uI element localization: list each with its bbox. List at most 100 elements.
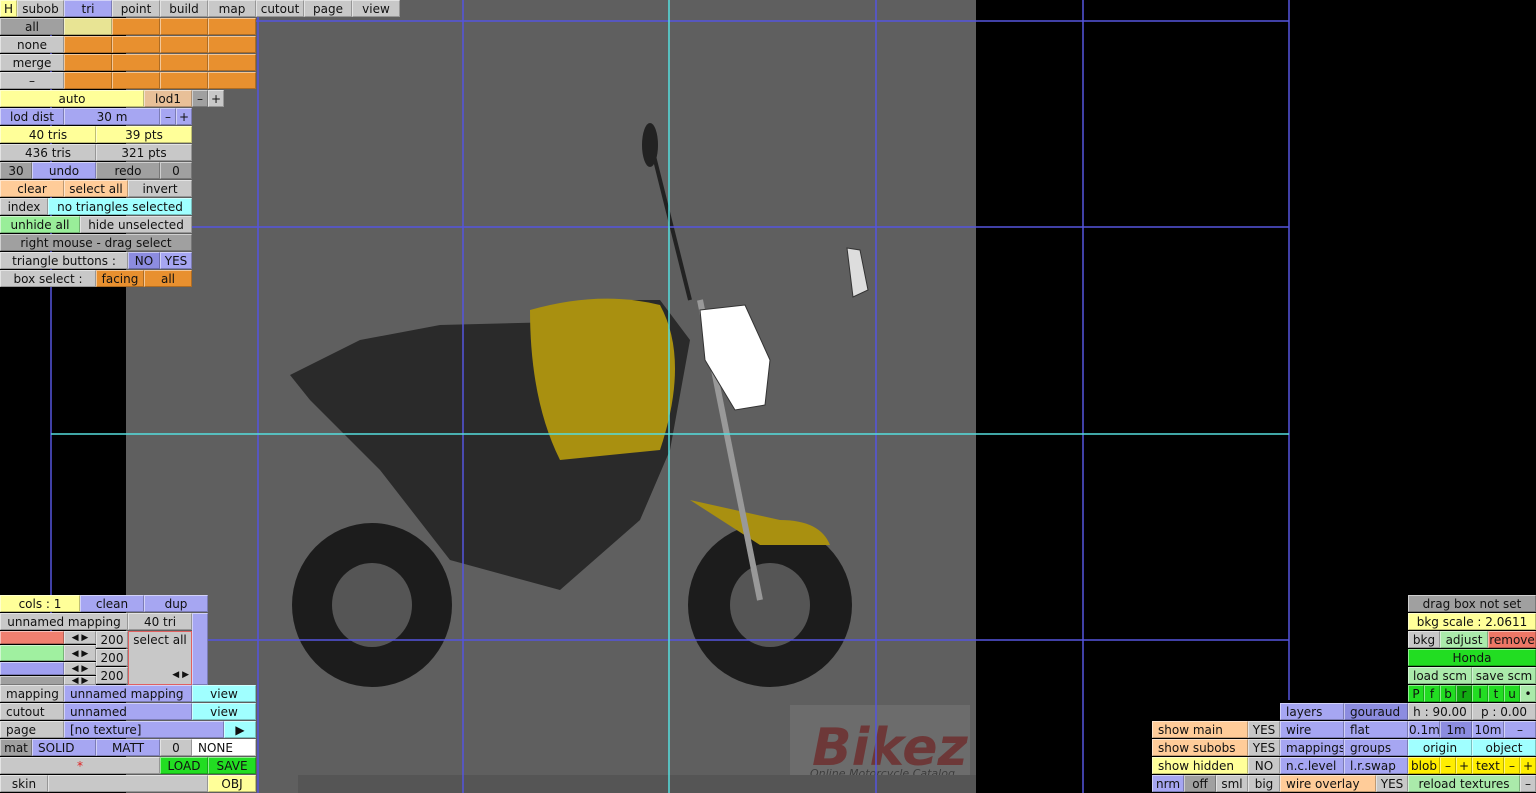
color-slider-1[interactable] — [0, 645, 64, 661]
slider-arrows-icon[interactable]: ◀ ▶ — [64, 676, 96, 685]
view-button-4[interactable]: l — [1472, 685, 1488, 702]
triangle-slot[interactable] — [64, 54, 112, 71]
tab-view[interactable]: view — [352, 0, 400, 17]
show-subobs-toggle[interactable]: YES — [1248, 739, 1280, 756]
merge-button[interactable]: merge — [0, 54, 64, 71]
slider-arrows-icon[interactable]: ◀ ▶ — [64, 631, 96, 644]
triangle-slot[interactable] — [160, 54, 208, 71]
page-select[interactable]: [no texture] — [64, 721, 224, 738]
lod-level-button[interactable]: lod1 — [144, 90, 192, 107]
adjust-button[interactable]: adjust — [1440, 631, 1488, 648]
tab-subob[interactable]: subob — [17, 0, 64, 17]
lod-auto-button[interactable]: auto — [0, 90, 144, 107]
color-slider-0[interactable] — [0, 631, 64, 644]
size-big[interactable]: big — [1248, 775, 1280, 792]
dup-button[interactable]: dup — [144, 595, 208, 612]
mapping-view-button[interactable]: view — [192, 685, 256, 702]
lr-swap-button[interactable]: l.r.swap — [1344, 757, 1408, 774]
object-button[interactable]: object — [1472, 739, 1536, 756]
clean-button[interactable]: clean — [80, 595, 144, 612]
text-plus[interactable]: + — [1520, 757, 1536, 774]
index-button[interactable]: index — [0, 198, 48, 215]
view-button-5[interactable]: t — [1488, 685, 1504, 702]
view-button-0[interactable]: P — [1408, 685, 1424, 702]
triangle-slot[interactable] — [160, 36, 208, 53]
pitch-value[interactable]: p : 0.00 — [1472, 703, 1536, 720]
flat-button[interactable]: flat — [1344, 721, 1408, 738]
view-button-6[interactable]: u — [1504, 685, 1520, 702]
triangle-slot[interactable] — [64, 36, 112, 53]
view-button-7[interactable]: • — [1520, 685, 1536, 702]
mapping-select[interactable]: unnamed mapping — [64, 685, 192, 702]
slider-arrows-icon[interactable]: ◀ ▶ — [64, 662, 96, 675]
tab-page[interactable]: page — [304, 0, 352, 17]
gouraud-button[interactable]: gouraud — [1344, 703, 1408, 720]
right-mouse-mode[interactable]: right mouse - drag select — [0, 234, 192, 251]
tab-build[interactable]: build — [160, 0, 208, 17]
undo-button[interactable]: undo — [32, 162, 96, 179]
hide-unselected-button[interactable]: hide unselected — [80, 216, 192, 233]
origin-button[interactable]: origin — [1408, 739, 1472, 756]
tab-tri[interactable]: tri — [64, 0, 112, 17]
page-next-button[interactable]: ▶ — [224, 721, 256, 738]
skin-field[interactable] — [48, 775, 208, 792]
clear-button[interactable]: clear — [0, 180, 64, 197]
step-10m[interactable]: 10m — [1472, 721, 1504, 738]
groups-button[interactable]: groups — [1344, 739, 1408, 756]
background-name[interactable]: Honda — [1408, 649, 1536, 666]
minus-button[interactable]: – — [0, 72, 64, 89]
reload-textures-button[interactable]: reload textures — [1408, 775, 1520, 792]
triangle-slot[interactable] — [160, 18, 208, 35]
mat-type-button[interactable]: SOLID — [32, 739, 96, 756]
slider-arrows-icon[interactable]: ◀ ▶ — [64, 645, 96, 661]
lod-minus-button[interactable]: – — [192, 90, 208, 107]
triangle-slot[interactable] — [208, 36, 256, 53]
save-scm-button[interactable]: save scm — [1472, 667, 1536, 684]
view-button-3[interactable]: r — [1456, 685, 1472, 702]
color-slider-2[interactable] — [0, 662, 64, 675]
blob-plus[interactable]: + — [1456, 757, 1472, 774]
step-1m[interactable]: 1m — [1440, 721, 1472, 738]
triangle-slot[interactable] — [112, 54, 160, 71]
nc-level-button[interactable]: n.c.level — [1280, 757, 1344, 774]
color-slider-3[interactable] — [0, 676, 64, 685]
select-all-button[interactable]: all — [0, 18, 64, 35]
cols-button[interactable]: cols : 1 — [0, 595, 80, 612]
unhide-all-button[interactable]: unhide all — [0, 216, 80, 233]
layers-button[interactable]: layers — [1280, 703, 1344, 720]
view-button-1[interactable]: f — [1424, 685, 1440, 702]
wire-button[interactable]: wire — [1280, 721, 1344, 738]
wire-overlay-toggle[interactable]: YES — [1376, 775, 1408, 792]
triangle-slot[interactable] — [112, 72, 160, 89]
view-button-2[interactable]: b — [1440, 685, 1456, 702]
show-hidden-toggle[interactable]: NO — [1248, 757, 1280, 774]
load-button[interactable]: LOAD — [160, 757, 208, 774]
bkg-scale[interactable]: bkg scale : 2.0611 — [1408, 613, 1536, 630]
lod-dist-value[interactable]: 30 m — [64, 108, 160, 125]
lod-plus-button[interactable]: + — [208, 90, 224, 107]
triangle-slot[interactable] — [64, 18, 112, 35]
step-0-1m[interactable]: 0.1m — [1408, 721, 1440, 738]
cutout-select[interactable]: unnamed — [64, 703, 192, 720]
box-select-all[interactable]: all — [144, 270, 192, 287]
3d-viewport[interactable]: Bikez Online Motorcycle Catalog — [0, 0, 1536, 793]
text-button[interactable]: text — [1472, 757, 1504, 774]
cutout-view-button[interactable]: view — [192, 703, 256, 720]
show-main-toggle[interactable]: YES — [1248, 721, 1280, 738]
select-all-tris-button[interactable]: select all — [64, 180, 128, 197]
bkg-button[interactable]: bkg — [1408, 631, 1440, 648]
size-sml[interactable]: sml — [1216, 775, 1248, 792]
heading-value[interactable]: h : 90.00 — [1408, 703, 1472, 720]
tab-h[interactable]: H — [0, 0, 17, 17]
blob-button[interactable]: blob — [1408, 757, 1440, 774]
triangle-slot[interactable] — [208, 18, 256, 35]
step-minus[interactable]: – — [1504, 721, 1536, 738]
mapping-scrollbar[interactable] — [192, 613, 208, 685]
triangle-slot[interactable] — [208, 72, 256, 89]
redo-button[interactable]: redo — [96, 162, 160, 179]
size-off[interactable]: off — [1184, 775, 1216, 792]
tab-point[interactable]: point — [112, 0, 160, 17]
reload-minus[interactable]: – — [1520, 775, 1536, 792]
triangle-slot[interactable] — [208, 54, 256, 71]
triangle-buttons-no[interactable]: NO — [128, 252, 160, 269]
